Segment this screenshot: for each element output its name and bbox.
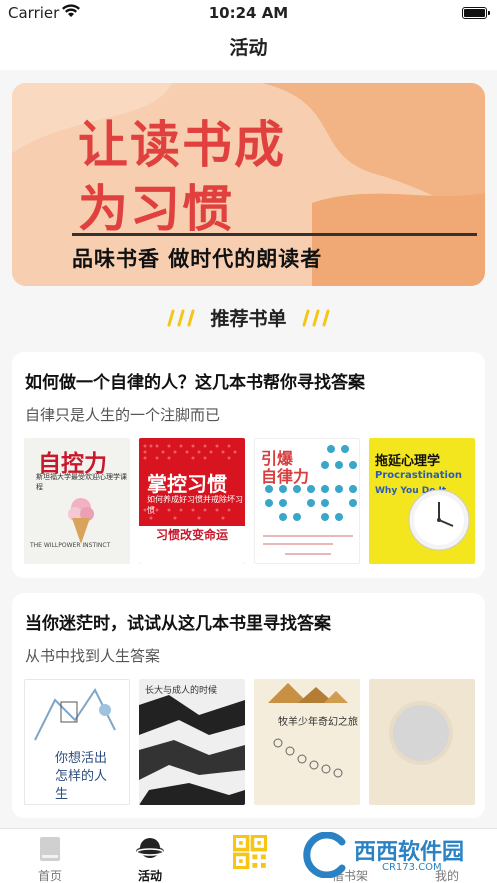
watermark-c-icon — [303, 832, 346, 878]
banner-headline-2: 为习惯 — [78, 180, 234, 238]
sketch-illustration — [34, 688, 116, 741]
book-cover[interactable]: 掌控习惯 如何养成好习惯并戒除坏习惯 习惯改变命运 — [139, 438, 245, 564]
planet-icon — [136, 838, 164, 858]
watermark-logo: 西西软件园 CR173.COM — [300, 830, 494, 880]
section-header: 推荐书单 — [0, 304, 497, 336]
book-cover[interactable]: 牧羊少年奇幻之旅 — [254, 679, 360, 805]
book-cover[interactable]: 引爆 自律力 — [254, 438, 360, 564]
book-cover-title: 你想活出怎样的人生 — [55, 751, 108, 802]
book-list-title: 如何做一个自律的人？这几本书帮你寻找答案 — [25, 373, 365, 393]
qr-scan-icon — [233, 835, 267, 869]
section-title: 推荐书单 — [210, 308, 287, 330]
book-list-subtitle: 自律只是人生的一个注脚而已 — [25, 406, 221, 424]
battery-icon — [462, 7, 490, 19]
book-list-subtitle: 从书中找到人生答案 — [25, 647, 161, 665]
sheep-doodle — [273, 738, 343, 778]
clock-label: 10:24 AM — [208, 4, 289, 22]
book-cover[interactable] — [369, 679, 475, 805]
book-list-title: 当你迷茫时，试试从这几本书里寻找答案 — [25, 614, 331, 634]
banner-headline-1: 让读书成 — [78, 116, 286, 174]
clock-icon — [408, 489, 470, 551]
stripe-decoration-right-icon — [302, 309, 330, 326]
circle-decoration — [393, 705, 449, 761]
book-cover-english-title: Procrastination — [375, 470, 462, 481]
book-list-card[interactable]: 如何做一个自律的人？这几本书帮你寻找答案 自律只是人生的一个注脚而已 自控力 斯… — [12, 352, 485, 578]
tab-scan[interactable] — [200, 829, 300, 883]
tab-home[interactable]: 首页 — [0, 829, 100, 883]
promo-banner[interactable]: 让读书成 为习惯 品味书香 做时代的朗读者 — [12, 83, 485, 286]
ice-cream-icon — [68, 498, 94, 544]
tab-activity[interactable]: 活动 — [100, 829, 200, 883]
stripe-decoration-left-icon — [167, 309, 195, 326]
book-cover[interactable]: 拖延心理学 Procrastination Why You Do It — [369, 438, 475, 564]
book-icon — [40, 837, 60, 861]
tab-label: 首页 — [37, 869, 62, 883]
book-cover-tagline: 习惯改变命运 — [139, 526, 245, 564]
book-cover[interactable]: 你想活出怎样的人生 — [24, 679, 130, 805]
camo-pattern — [139, 695, 245, 805]
book-cover-subtitle: 如何养成好习惯并戒除坏习惯 — [147, 495, 243, 515]
page-title: 活动 — [0, 26, 497, 70]
watermark-subtext: CR173.COM — [382, 862, 442, 873]
book-cover-row: 自控力 斯坦福大学最受欢迎心理学课程 THE WILLPOWER INSTINC… — [24, 438, 476, 566]
book-cover-title: 牧羊少年奇幻之旅 — [278, 717, 358, 728]
book-cover-title: 拖延心理学 — [375, 454, 441, 469]
book-list-card[interactable]: 当你迷茫时，试试从这几本书里寻找答案 从书中找到人生答案 你想活出怎样的人生 长… — [12, 593, 485, 818]
book-cover[interactable]: 自控力 斯坦福大学最受欢迎心理学课程 THE WILLPOWER INSTINC… — [24, 438, 130, 564]
book-cover-row: 你想活出怎样的人生 长大与成人的时候 牧羊少年奇幻之旅 — [24, 679, 476, 807]
banner-slogan: 品味书香 做时代的朗读者 — [72, 247, 323, 271]
book-cover[interactable]: 长大与成人的时候 — [139, 679, 245, 805]
book-cover-footer: THE WILLPOWER INSTINCT — [30, 542, 111, 549]
book-cover-title: 掌控习惯 — [147, 472, 227, 496]
book-cover-title-2: 自律力 — [261, 467, 310, 486]
banner-divider — [72, 233, 477, 236]
status-bar: Carrier 10:24 AM — [0, 0, 497, 26]
book-cover-subtitle: 斯坦福大学最受欢迎心理学课程 — [36, 473, 127, 491]
tab-label: 活动 — [137, 869, 162, 883]
pyramid-icon — [268, 683, 348, 703]
